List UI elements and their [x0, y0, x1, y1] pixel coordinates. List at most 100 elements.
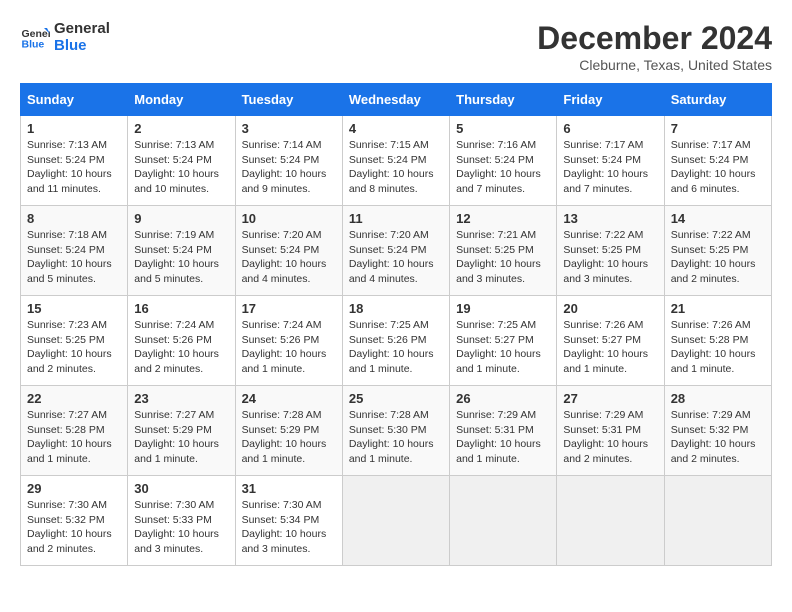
day-info: Sunrise: 7:24 AMSunset: 5:26 PMDaylight:… — [242, 318, 336, 377]
day-number: 30 — [134, 481, 228, 496]
day-number: 5 — [456, 121, 550, 136]
day-info: Sunrise: 7:19 AMSunset: 5:24 PMDaylight:… — [134, 228, 228, 287]
day-info: Sunrise: 7:26 AMSunset: 5:27 PMDaylight:… — [563, 318, 657, 377]
day-cell: 22 Sunrise: 7:27 AMSunset: 5:28 PMDayligh… — [21, 386, 128, 476]
day-info: Sunrise: 7:24 AMSunset: 5:26 PMDaylight:… — [134, 318, 228, 377]
day-number: 28 — [671, 391, 765, 406]
day-info: Sunrise: 7:30 AMSunset: 5:32 PMDaylight:… — [27, 498, 121, 557]
day-info: Sunrise: 7:22 AMSunset: 5:25 PMDaylight:… — [563, 228, 657, 287]
day-info: Sunrise: 7:28 AMSunset: 5:29 PMDaylight:… — [242, 408, 336, 467]
day-cell: 2Sunrise: 7:13 AMSunset: 5:24 PMDaylight… — [128, 116, 235, 206]
day-cell: 11Sunrise: 7:20 AMSunset: 5:24 PMDayligh… — [342, 206, 449, 296]
logo-line2: Blue — [54, 37, 110, 54]
day-info: Sunrise: 7:26 AMSunset: 5:28 PMDaylight:… — [671, 318, 765, 377]
day-number: 26 — [456, 391, 550, 406]
day-number: 10 — [242, 211, 336, 226]
col-header-wednesday: Wednesday — [342, 84, 449, 116]
day-info: Sunrise: 7:27 AMSunset: 5:28 PMDaylight:… — [27, 408, 121, 467]
day-number: 8 — [27, 211, 121, 226]
day-cell: 17 Sunrise: 7:24 AMSunset: 5:26 PMDayligh… — [235, 296, 342, 386]
col-header-friday: Friday — [557, 84, 664, 116]
day-info: Sunrise: 7:16 AMSunset: 5:24 PMDaylight:… — [456, 138, 550, 197]
day-info: Sunrise: 7:25 AMSunset: 5:27 PMDaylight:… — [456, 318, 550, 377]
day-info: Sunrise: 7:17 AMSunset: 5:24 PMDaylight:… — [671, 138, 765, 197]
day-cell: 21Sunrise: 7:26 AMSunset: 5:28 PMDayligh… — [664, 296, 771, 386]
day-number: 19 — [456, 301, 550, 316]
day-info: Sunrise: 7:13 AMSunset: 5:24 PMDaylight:… — [27, 138, 121, 197]
day-cell: 31Sunrise: 7:30 AMSunset: 5:34 PMDayligh… — [235, 476, 342, 566]
col-header-saturday: Saturday — [664, 84, 771, 116]
day-info: Sunrise: 7:27 AMSunset: 5:29 PMDaylight:… — [134, 408, 228, 467]
day-cell — [557, 476, 664, 566]
logo-icon: General Blue — [20, 22, 50, 52]
day-cell: 24 Sunrise: 7:28 AMSunset: 5:29 PMDayligh… — [235, 386, 342, 476]
day-number: 16 — [134, 301, 228, 316]
day-info: Sunrise: 7:22 AMSunset: 5:25 PMDaylight:… — [671, 228, 765, 287]
day-number: 2 — [134, 121, 228, 136]
day-info: Sunrise: 7:14 AMSunset: 5:24 PMDaylight:… — [242, 138, 336, 197]
day-cell: 1Sunrise: 7:13 AMSunset: 5:24 PMDaylight… — [21, 116, 128, 206]
day-cell — [450, 476, 557, 566]
day-cell: 14Sunrise: 7:22 AMSunset: 5:25 PMDayligh… — [664, 206, 771, 296]
day-info: Sunrise: 7:17 AMSunset: 5:24 PMDaylight:… — [563, 138, 657, 197]
logo-line1: General — [54, 20, 110, 37]
day-number: 24 — [242, 391, 336, 406]
day-cell: 9 Sunrise: 7:19 AMSunset: 5:24 PMDaylight… — [128, 206, 235, 296]
day-number: 31 — [242, 481, 336, 496]
week-row-1: 1Sunrise: 7:13 AMSunset: 5:24 PMDaylight… — [21, 116, 772, 206]
day-cell: 8Sunrise: 7:18 AMSunset: 5:24 PMDaylight… — [21, 206, 128, 296]
day-cell: 16 Sunrise: 7:24 AMSunset: 5:26 PMDayligh… — [128, 296, 235, 386]
svg-text:Blue: Blue — [22, 39, 45, 51]
day-cell — [664, 476, 771, 566]
day-info: Sunrise: 7:30 AMSunset: 5:33 PMDaylight:… — [134, 498, 228, 557]
day-number: 3 — [242, 121, 336, 136]
day-cell: 4Sunrise: 7:15 AMSunset: 5:24 PMDaylight… — [342, 116, 449, 206]
day-number: 18 — [349, 301, 443, 316]
day-info: Sunrise: 7:20 AMSunset: 5:24 PMDaylight:… — [349, 228, 443, 287]
main-title: December 2024 — [537, 20, 772, 57]
subtitle: Cleburne, Texas, United States — [537, 57, 772, 73]
day-info: Sunrise: 7:28 AMSunset: 5:30 PMDaylight:… — [349, 408, 443, 467]
day-number: 25 — [349, 391, 443, 406]
day-cell: 29 Sunrise: 7:30 AMSunset: 5:32 PMDayligh… — [21, 476, 128, 566]
day-number: 20 — [563, 301, 657, 316]
day-info: Sunrise: 7:20 AMSunset: 5:24 PMDaylight:… — [242, 228, 336, 287]
day-number: 29 — [27, 481, 121, 496]
col-header-monday: Monday — [128, 84, 235, 116]
day-number: 23 — [134, 391, 228, 406]
header-row: SundayMondayTuesdayWednesdayThursdayFrid… — [21, 84, 772, 116]
col-header-thursday: Thursday — [450, 84, 557, 116]
day-number: 6 — [563, 121, 657, 136]
day-info: Sunrise: 7:29 AMSunset: 5:31 PMDaylight:… — [563, 408, 657, 467]
day-cell: 19 Sunrise: 7:25 AMSunset: 5:27 PMDayligh… — [450, 296, 557, 386]
day-cell: 26 Sunrise: 7:29 AMSunset: 5:31 PMDayligh… — [450, 386, 557, 476]
week-row-4: 22 Sunrise: 7:27 AMSunset: 5:28 PMDayligh… — [21, 386, 772, 476]
day-number: 15 — [27, 301, 121, 316]
day-info: Sunrise: 7:29 AMSunset: 5:31 PMDaylight:… — [456, 408, 550, 467]
day-cell: 23 Sunrise: 7:27 AMSunset: 5:29 PMDayligh… — [128, 386, 235, 476]
day-cell: 13 Sunrise: 7:22 AMSunset: 5:25 PMDayligh… — [557, 206, 664, 296]
week-row-2: 8Sunrise: 7:18 AMSunset: 5:24 PMDaylight… — [21, 206, 772, 296]
day-number: 22 — [27, 391, 121, 406]
day-info: Sunrise: 7:29 AMSunset: 5:32 PMDaylight:… — [671, 408, 765, 467]
title-area: December 2024 Cleburne, Texas, United St… — [537, 20, 772, 73]
day-cell: 25 Sunrise: 7:28 AMSunset: 5:30 PMDayligh… — [342, 386, 449, 476]
day-cell: 20 Sunrise: 7:26 AMSunset: 5:27 PMDayligh… — [557, 296, 664, 386]
day-number: 12 — [456, 211, 550, 226]
day-cell: 6 Sunrise: 7:17 AMSunset: 5:24 PMDaylight… — [557, 116, 664, 206]
day-cell: 28 Sunrise: 7:29 AMSunset: 5:32 PMDayligh… — [664, 386, 771, 476]
day-number: 17 — [242, 301, 336, 316]
day-number: 13 — [563, 211, 657, 226]
day-cell: 15 Sunrise: 7:23 AMSunset: 5:25 PMDayligh… — [21, 296, 128, 386]
page-header: General Blue General Blue December 2024 … — [20, 20, 772, 73]
day-cell: 10 Sunrise: 7:20 AMSunset: 5:24 PMDayligh… — [235, 206, 342, 296]
day-number: 27 — [563, 391, 657, 406]
day-number: 9 — [134, 211, 228, 226]
day-info: Sunrise: 7:15 AMSunset: 5:24 PMDaylight:… — [349, 138, 443, 197]
day-cell: 7 Sunrise: 7:17 AMSunset: 5:24 PMDaylight… — [664, 116, 771, 206]
day-number: 7 — [671, 121, 765, 136]
col-header-sunday: Sunday — [21, 84, 128, 116]
day-cell: 3 Sunrise: 7:14 AMSunset: 5:24 PMDaylight… — [235, 116, 342, 206]
day-info: Sunrise: 7:23 AMSunset: 5:25 PMDaylight:… — [27, 318, 121, 377]
day-info: Sunrise: 7:25 AMSunset: 5:26 PMDaylight:… — [349, 318, 443, 377]
